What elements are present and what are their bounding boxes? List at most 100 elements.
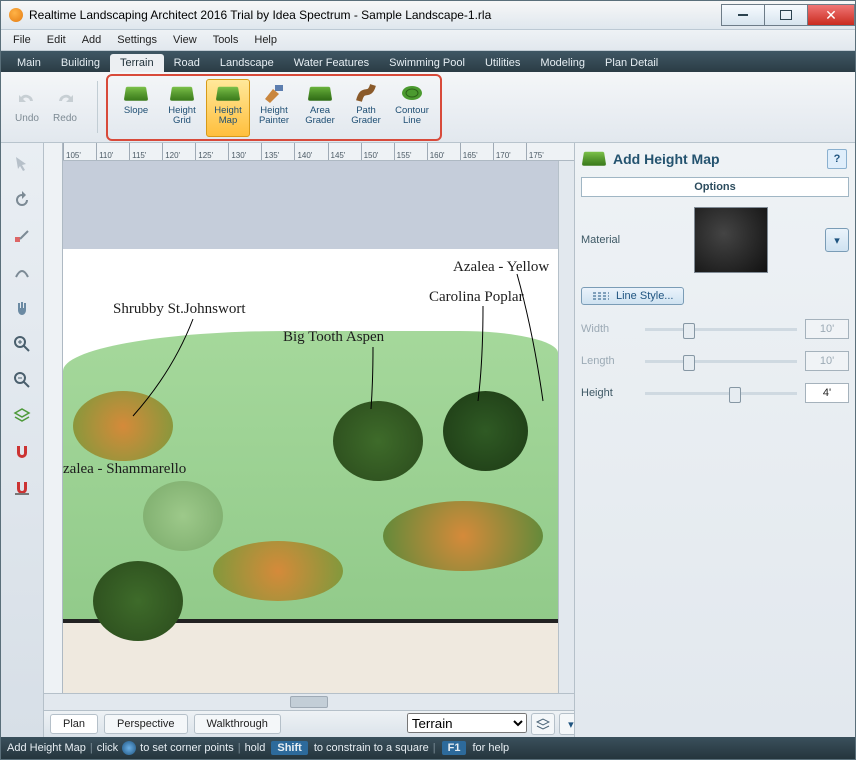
edit-points-icon [13, 227, 31, 245]
rotate-icon [13, 191, 31, 209]
viewtab-plan[interactable]: Plan [50, 714, 98, 734]
ruler-vertical [44, 161, 63, 693]
redo-icon [53, 91, 77, 111]
grid-icon [13, 407, 31, 425]
properties-panel: Add Height Map ? Options Material ▾ Line… [574, 143, 855, 737]
tool-pan[interactable] [6, 293, 38, 323]
tool-area-grader[interactable]: Area Grader [298, 79, 342, 137]
app-icon [9, 8, 23, 22]
contour-icon [400, 83, 424, 103]
length-value: 10' [805, 351, 849, 371]
material-dropdown[interactable]: ▾ [825, 228, 849, 252]
menu-add[interactable]: Add [76, 32, 108, 48]
menu-settings[interactable]: Settings [111, 32, 163, 48]
hand-icon [13, 299, 31, 317]
chevron-down-icon: ▾ [834, 234, 840, 247]
material-label: Material [581, 234, 637, 246]
material-preview[interactable] [694, 207, 768, 273]
undo-button[interactable]: Undo [9, 80, 45, 134]
callout-lines [63, 161, 558, 693]
ribbontab-building[interactable]: Building [51, 54, 110, 72]
ribbontab-landscape[interactable]: Landscape [210, 54, 284, 72]
f1-key-chip: F1 [442, 741, 467, 755]
length-slider [645, 360, 797, 363]
options-header: Options [581, 177, 849, 197]
zoom-out-icon [13, 371, 31, 389]
width-label: Width [581, 323, 637, 335]
menu-edit[interactable]: Edit [41, 32, 72, 48]
tool-curve[interactable] [6, 257, 38, 287]
close-button[interactable]: ✕ [807, 4, 855, 26]
tool-pointer[interactable] [6, 149, 38, 179]
brush-icon [261, 83, 287, 103]
ruler-horizontal: 105'110'115' 120'125'130' 135'140'145' 1… [63, 143, 559, 161]
scrollbar-vertical[interactable] [558, 161, 574, 693]
titlebar: Realtime Landscaping Architect 2016 Tria… [1, 1, 855, 30]
tool-rotate[interactable] [6, 185, 38, 215]
menubar: File Edit Add Settings View Tools Help [1, 30, 855, 51]
menu-file[interactable]: File [7, 32, 37, 48]
chevron-down-icon: ▾ [568, 718, 574, 731]
tool-height-painter[interactable]: Height Painter [252, 79, 296, 137]
view-mode-select[interactable]: Terrain [407, 713, 527, 733]
minimize-button[interactable] [721, 4, 765, 26]
design-canvas[interactable]: Azalea - Yellow Shrubby St.Johnswort Car… [63, 161, 558, 693]
path-icon [355, 83, 377, 103]
tool-height-grid[interactable]: Height Grid [160, 79, 204, 137]
left-toolbar [1, 143, 44, 737]
ribbontab-modeling[interactable]: Modeling [530, 54, 595, 72]
height-value[interactable]: 4' [805, 383, 849, 403]
tool-edit-points[interactable] [6, 221, 38, 251]
ribbontab-utilities[interactable]: Utilities [475, 54, 530, 72]
ribbontab-terrain[interactable]: Terrain [110, 54, 164, 72]
tool-contour-line[interactable]: Contour Line [390, 79, 434, 137]
ribbontab-water[interactable]: Water Features [284, 54, 379, 72]
line-style-icon [592, 291, 610, 301]
panel-help-button[interactable]: ? [827, 149, 847, 169]
viewtab-perspective[interactable]: Perspective [104, 714, 187, 734]
scrollbar-horizontal[interactable] [44, 693, 574, 710]
length-label: Length [581, 355, 637, 367]
menu-view[interactable]: View [167, 32, 203, 48]
tool-slope[interactable]: Slope [114, 79, 158, 137]
undo-icon [15, 91, 39, 111]
window-title: Realtime Landscaping Architect 2016 Tria… [29, 8, 722, 22]
tool-zoom-out[interactable] [6, 365, 38, 395]
shift-key-chip: Shift [271, 741, 307, 755]
tool-height-map[interactable]: Height Map [206, 79, 250, 137]
maximize-button[interactable] [764, 4, 808, 26]
ribbontab-main[interactable]: Main [7, 54, 51, 72]
viewtab-walkthrough[interactable]: Walkthrough [194, 714, 281, 734]
menu-tools[interactable]: Tools [207, 32, 245, 48]
width-slider [645, 328, 797, 331]
height-label: Height [581, 387, 637, 399]
zoom-in-icon [13, 335, 31, 353]
menu-help[interactable]: Help [248, 32, 283, 48]
curve-icon [13, 263, 31, 281]
line-style-button[interactable]: Line Style... [581, 287, 684, 305]
ribbon: Undo Redo Slope Height Grid Height Map H… [1, 72, 855, 143]
tool-grid[interactable] [6, 401, 38, 431]
tool-magnet[interactable] [6, 437, 38, 467]
pointer-icon [13, 155, 31, 173]
click-icon [122, 741, 136, 755]
layers-icon [536, 718, 550, 730]
tool-magnet-alt[interactable] [6, 473, 38, 503]
ribbontab-pool[interactable]: Swimming Pool [379, 54, 475, 72]
tool-zoom-in[interactable] [6, 329, 38, 359]
terrain-tools-group: Slope Height Grid Height Map Height Pain… [106, 74, 442, 141]
view-tabs: Plan Perspective Walkthrough Terrain ▾ [44, 710, 574, 737]
magnet-alt-icon [13, 479, 31, 497]
layer-toggle-button[interactable] [531, 713, 555, 735]
ribbon-tabs: Main Building Terrain Road Landscape Wat… [1, 51, 855, 72]
ribbontab-road[interactable]: Road [164, 54, 210, 72]
statusbar: Add Height Map | click to set corner poi… [1, 737, 855, 759]
window-controls: ✕ [722, 4, 855, 26]
redo-button[interactable]: Redo [47, 80, 83, 134]
magnet-icon [13, 443, 31, 461]
ribbontab-plandetail[interactable]: Plan Detail [595, 54, 668, 72]
height-slider[interactable] [645, 392, 797, 395]
width-value: 10' [805, 319, 849, 339]
tool-path-grader[interactable]: Path Grader [344, 79, 388, 137]
status-mode: Add Height Map [7, 742, 86, 754]
